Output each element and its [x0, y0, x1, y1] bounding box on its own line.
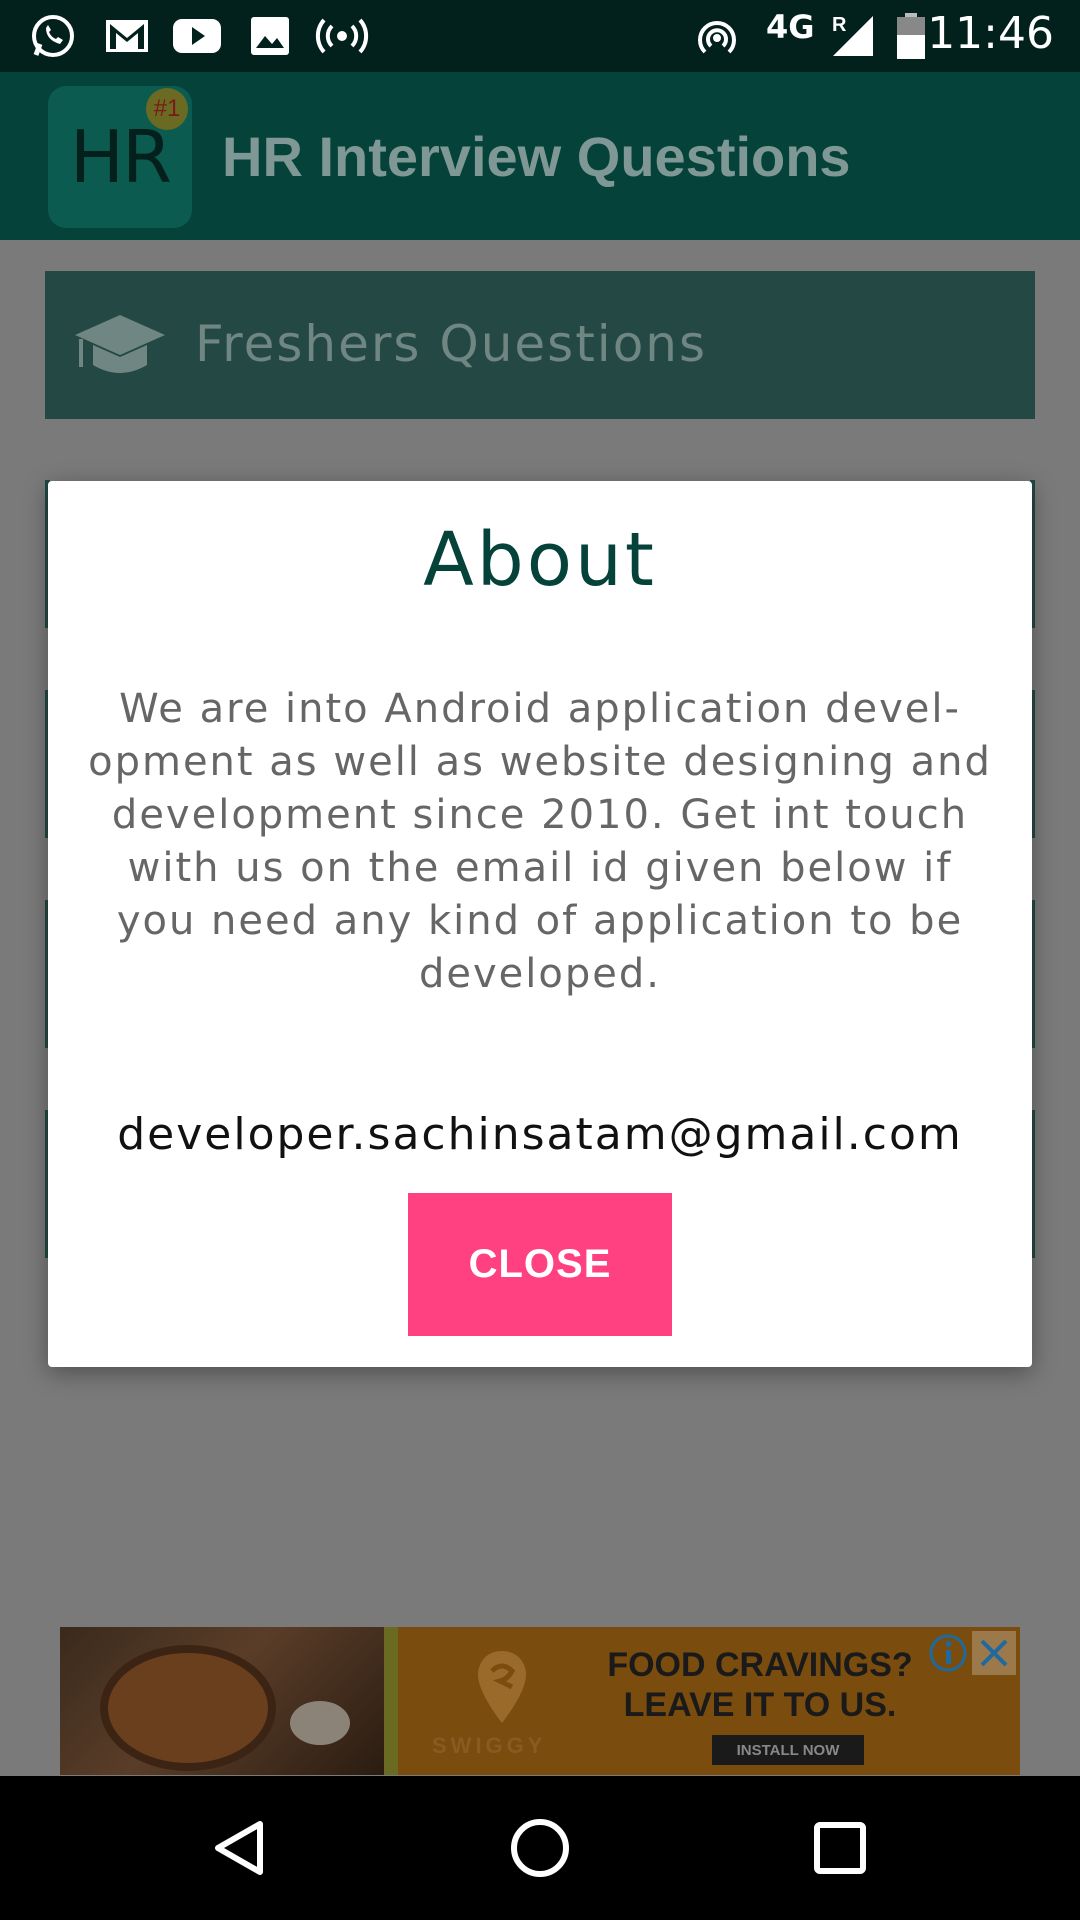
youtube-icon: [172, 14, 222, 58]
logo-badge: #1: [146, 88, 188, 130]
dialog-body-line: with us on the email id given below if: [127, 845, 953, 891]
network-type: 4G: [766, 8, 815, 46]
contact-email[interactable]: developer.sachinsatam@gmail.com: [48, 1109, 1032, 1160]
home-icon[interactable]: [504, 1812, 576, 1884]
battery-icon: [894, 13, 928, 59]
ad-close-icon[interactable]: [972, 1631, 1016, 1675]
signal-icon: [830, 14, 876, 58]
dialog-body-line: development since 2010. Get int touch: [111, 792, 969, 838]
about-dialog: About We are into Android application de…: [48, 481, 1032, 1367]
wifi-tethering-icon: [692, 14, 742, 58]
recents-icon[interactable]: [804, 1812, 876, 1884]
graduation-cap-icon: [73, 311, 167, 386]
ad-brand: SWIGGY: [432, 1733, 547, 1758]
ad-install-button[interactable]: INSTALL NOW: [712, 1735, 864, 1765]
gmail-icon: [104, 14, 150, 58]
status-bar: 4G R 11:46: [0, 0, 1080, 72]
ad-banner[interactable]: SWIGGY FOOD CRAVINGS? LEAVE IT TO US. IN…: [60, 1627, 1020, 1775]
app-title: HR Interview Questions: [222, 125, 851, 188]
menu-card-freshers[interactable]: Freshers Questions: [45, 271, 1035, 419]
close-button[interactable]: CLOSE: [408, 1193, 672, 1336]
hotspot-icon: [314, 14, 370, 58]
pizza-image: [100, 1645, 276, 1771]
dialog-body-line: We are into Android application devel-: [119, 686, 961, 732]
ad-headline: FOOD CRAVINGS? LEAVE IT TO US.: [580, 1645, 940, 1725]
back-icon[interactable]: [204, 1812, 276, 1884]
ad-divider: [384, 1627, 398, 1775]
ad-info-icon[interactable]: [926, 1631, 970, 1675]
dialog-body: We are into Android application devel- o…: [78, 683, 1002, 1001]
dialog-body-line: opment as well as website designing and: [88, 739, 992, 785]
ad-headline-line: LEAVE IT TO US.: [623, 1686, 897, 1724]
dialog-body-line: you need any kind of application to be: [116, 898, 964, 944]
gallery-icon: [248, 14, 292, 58]
whatsapp-icon: [28, 14, 78, 58]
ad-headline-line: FOOD CRAVINGS?: [607, 1646, 913, 1684]
clock: 11:46: [927, 8, 1054, 59]
menu-card-label: Freshers Questions: [195, 315, 708, 373]
dialog-body-line: developed.: [419, 951, 661, 997]
bowl-image: [290, 1701, 350, 1745]
dialog-title: About: [423, 517, 657, 603]
navigation-bar: [0, 1776, 1080, 1920]
swiggy-logo-icon: [474, 1649, 530, 1730]
ad-food-image: [60, 1627, 384, 1775]
